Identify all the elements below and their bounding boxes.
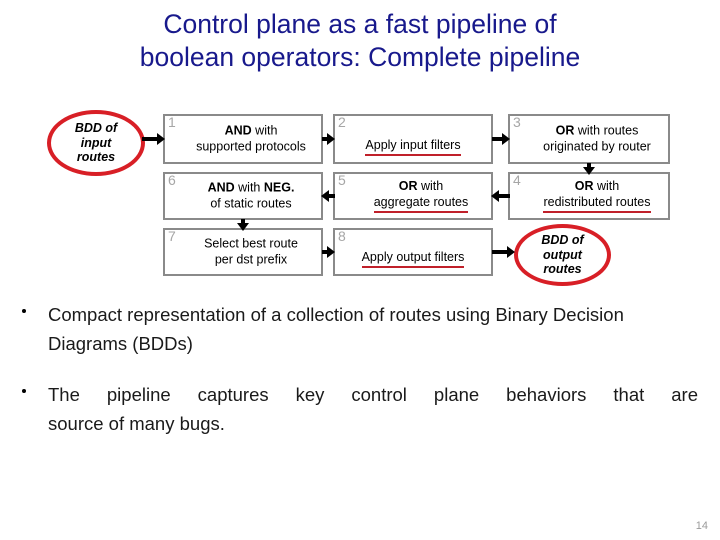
- arrow-stage-6-to-7: [237, 219, 249, 231]
- stage-7-line-1: Select best route: [204, 236, 298, 251]
- page-number: 14: [695, 520, 708, 532]
- stage-box-1: 1 AND with supported protocols: [163, 114, 323, 164]
- bdd-output-line-1: BDD of: [541, 233, 584, 248]
- arrow-stage-2-to-3: [492, 133, 510, 145]
- stage-box-4: 4 OR with redistributed routes: [508, 172, 670, 220]
- stage-box-7: 7 Select best route per dst prefix: [163, 228, 323, 276]
- stage-4-line-2: redistributed routes: [543, 195, 651, 213]
- arrow-stage-4-to-5: [491, 190, 510, 202]
- stage-number-2: 2: [338, 114, 346, 130]
- stage-5-line-2: aggregate routes: [373, 195, 469, 213]
- stage-1-op-rest: with: [251, 123, 278, 138]
- bullet-list: Compact representation of a collection o…: [0, 300, 720, 460]
- arrow-input-to-stage-1: [142, 133, 165, 145]
- bdd-output-routes-node: BDD of output routes: [514, 224, 611, 286]
- stage-7-line-2: per dst prefix: [214, 252, 288, 266]
- stage-6-op-2: NEG.: [263, 180, 295, 195]
- stage-label-2: Apply input filters: [335, 138, 491, 156]
- bdd-input-line-3: routes: [76, 150, 116, 165]
- bullet-2-tail: source of many bugs.: [48, 413, 225, 434]
- stage-box-2: 2 Apply input filters: [333, 114, 493, 164]
- stage-4-op: OR: [574, 179, 594, 193]
- stage-label-5: OR with aggregate routes: [335, 179, 491, 213]
- stage-label-1: AND with supported protocols: [165, 124, 321, 155]
- stage-4-op-rest: with: [593, 179, 620, 193]
- stage-2-line-2: Apply input filters: [365, 138, 461, 156]
- bdd-output-line-2: output: [543, 247, 582, 262]
- stage-box-6: 6 AND with NEG. of static routes: [163, 172, 323, 220]
- bullet-dot-icon: [22, 389, 26, 393]
- stage-3-op-rest: with routes: [574, 123, 639, 138]
- arrow-stage-7-to-8: [322, 246, 335, 258]
- bullet-1-head: Compact representation of a collection o…: [48, 304, 548, 325]
- stage-box-5: 5 OR with aggregate routes: [333, 172, 493, 220]
- stage-3-op: OR: [555, 123, 575, 138]
- stage-6-line-2: of static routes: [210, 196, 292, 210]
- stage-label-4: OR with redistributed routes: [510, 179, 668, 213]
- stage-box-3: 3 OR with routes originated by router: [508, 114, 670, 164]
- list-item: Compact representation of a collection o…: [0, 300, 720, 358]
- bullet-text-2: The pipeline captures key control plane …: [48, 380, 698, 438]
- bullet-text-1: Compact representation of a collection o…: [48, 300, 698, 358]
- bullet-2-head: The pipeline captures key control plane …: [48, 384, 698, 405]
- stage-label-6: AND with NEG. of static routes: [165, 181, 321, 212]
- stage-box-8: 8 Apply output filters: [333, 228, 493, 276]
- bdd-input-line-1: BDD of: [74, 121, 118, 136]
- stage-label-7: Select best route per dst prefix: [165, 237, 321, 268]
- arrow-stage-5-to-6: [321, 190, 335, 202]
- stage-1-line-2: supported protocols: [196, 139, 306, 153]
- arrow-stage-1-to-2: [322, 133, 335, 145]
- arrow-stage-3-to-4: [583, 163, 595, 175]
- stage-label-3: OR with routes originated by router: [510, 124, 668, 155]
- bdd-input-routes-node: BDD of input routes: [47, 110, 145, 176]
- bdd-output-line-3: routes: [543, 262, 582, 277]
- stage-number-8: 8: [338, 228, 346, 244]
- bullet-dot-icon: [22, 309, 26, 313]
- arrow-stage-8-to-output: [492, 246, 515, 258]
- stage-1-op: AND: [224, 123, 252, 138]
- stage-8-line-2: Apply output filters: [361, 250, 465, 268]
- stage-6-op-rest: with: [234, 180, 264, 195]
- stage-label-8: Apply output filters: [335, 250, 491, 268]
- slide-canvas: Control plane as a fast pipeline of bool…: [0, 0, 720, 540]
- list-item: The pipeline captures key control plane …: [0, 380, 720, 438]
- bdd-input-line-2: input: [80, 135, 112, 150]
- stage-3-line-2: originated by router: [543, 139, 651, 153]
- stage-5-op: OR: [398, 179, 418, 193]
- stage-5-op-rest: with: [417, 179, 444, 193]
- pipeline-diagram: BDD of input routes BDD of output routes…: [0, 0, 720, 300]
- stage-6-op: AND: [207, 180, 235, 195]
